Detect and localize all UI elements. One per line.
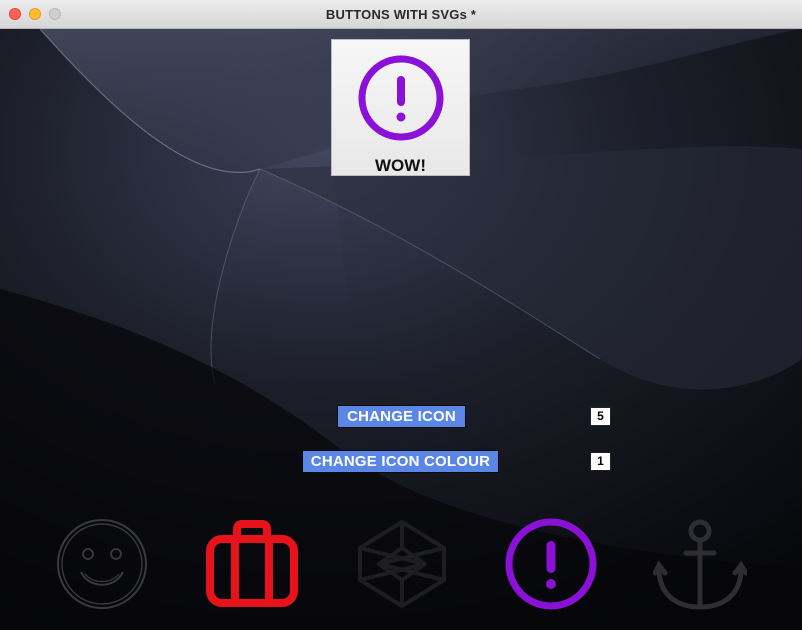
change-icon-colour-button[interactable]: CHANGE ICON COLOUR (302, 450, 499, 473)
main-content: WOW! CHANGE ICON 5 CHANGE ICON COLOUR 1 (0, 29, 802, 630)
codepen-icon[interactable] (355, 517, 449, 611)
exclamation-circle-icon (358, 55, 444, 141)
change-icon-button[interactable]: CHANGE ICON (337, 405, 466, 428)
icon-preview-panel[interactable]: WOW! (331, 39, 470, 176)
exclamation-circle-icon[interactable] (504, 517, 598, 611)
icon-index-value: 5 (590, 407, 611, 426)
window-title: BUTTONS WITH SVGs * (325, 7, 477, 22)
briefcase-icon[interactable] (205, 517, 299, 611)
preview-label: WOW! (375, 156, 426, 175)
app-window: BUTTONS WITH SVGs * WOW! CHANGE ICON 5 C… (0, 0, 802, 630)
smiley-icon[interactable] (55, 517, 149, 611)
colour-index-value: 1 (590, 452, 611, 471)
anchor-icon[interactable] (653, 517, 747, 611)
title-bar: BUTTONS WITH SVGs * (0, 0, 802, 29)
